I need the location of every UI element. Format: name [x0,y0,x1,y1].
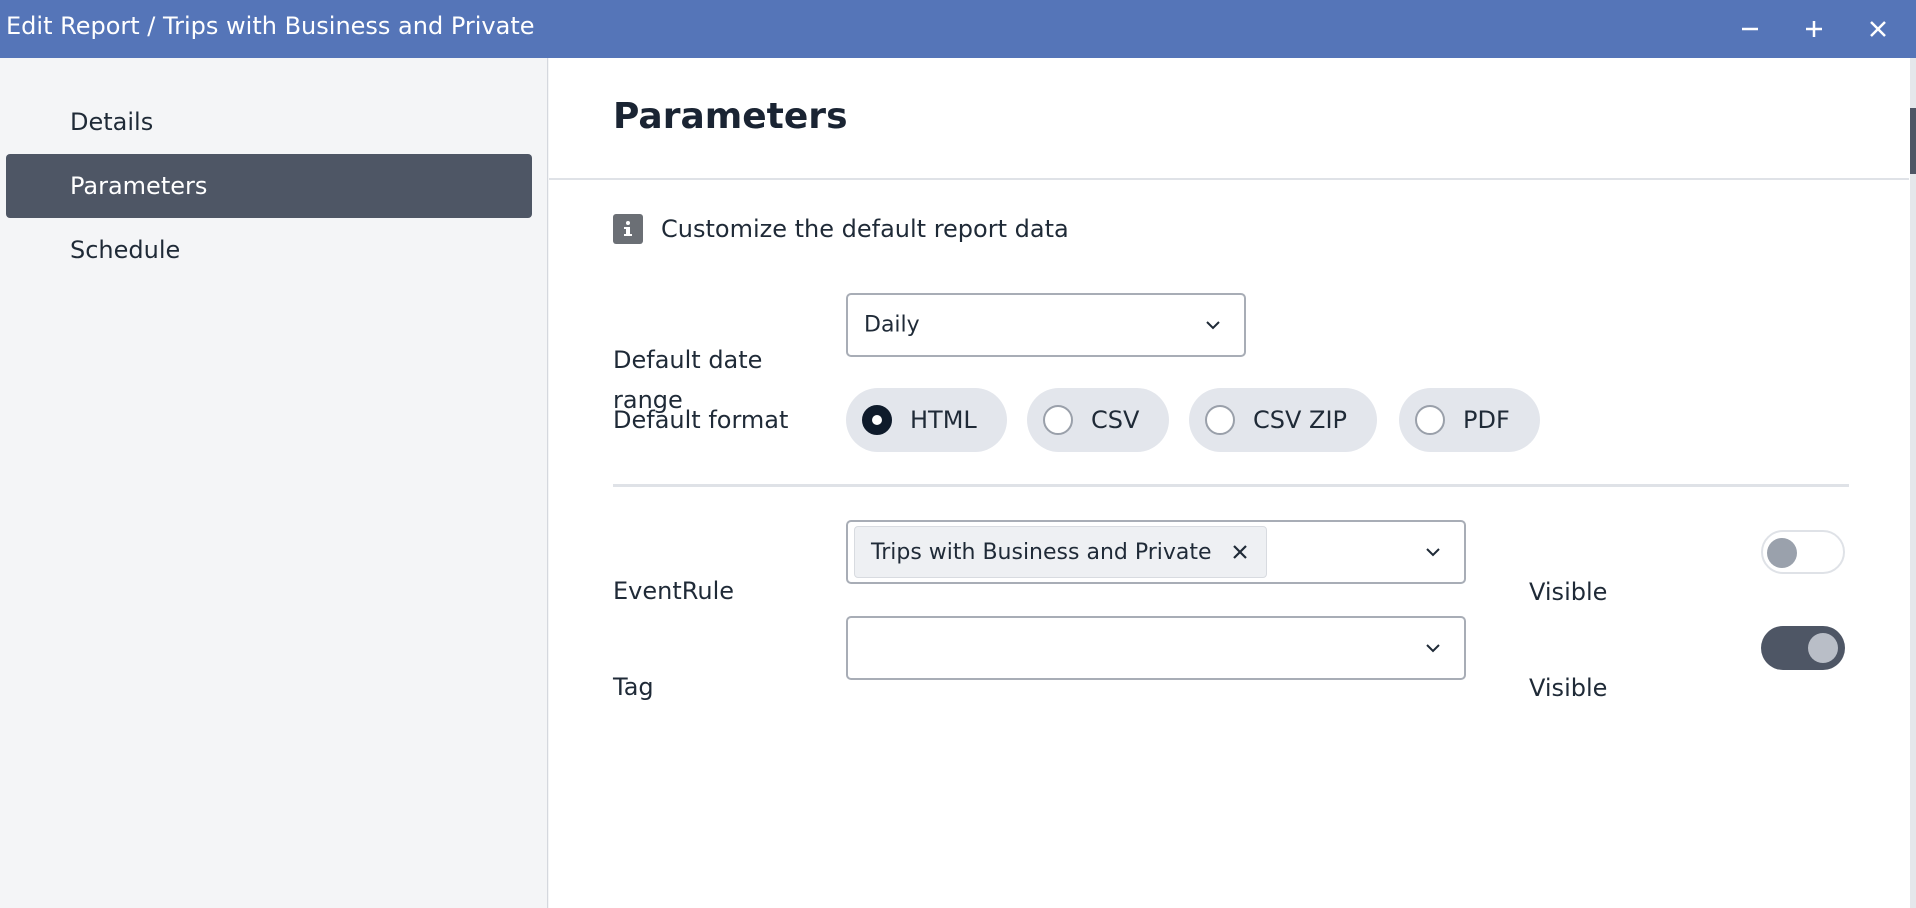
event-rule-chip: Trips with Business and Private [854,526,1267,578]
format-option-html[interactable]: HTML [846,388,1007,452]
tag-select[interactable] [846,616,1466,680]
radio-label: HTML [910,406,977,434]
format-option-pdf[interactable]: PDF [1399,388,1540,452]
tag-visible-toggle[interactable] [1761,626,1845,670]
sidebar-item-label: Schedule [70,236,181,264]
radio-unchecked-icon [1415,405,1445,435]
tag-visible-label: Visible [1529,674,1608,702]
sidebar-item-label: Parameters [70,172,208,200]
divider [549,178,1909,180]
event-rule-visible-toggle[interactable] [1761,530,1845,574]
radio-unchecked-icon [1043,405,1073,435]
main-panel: Parameters Customize the default report … [549,58,1916,908]
toggle-knob [1808,633,1838,663]
toggle-knob [1767,538,1797,568]
plus-icon [1806,21,1822,37]
radio-label: CSV [1091,406,1140,434]
format-label: Default format [613,406,789,434]
event-rule-label: EventRule [613,577,734,605]
date-range-select[interactable]: Daily [846,293,1246,357]
format-option-csv-zip[interactable]: CSV ZIP [1189,388,1378,452]
scrollbar[interactable] [1910,58,1916,908]
maximize-button[interactable] [1792,8,1836,50]
radio-label: PDF [1463,406,1510,434]
window-titlebar: Edit Report / Trips with Business and Pr… [0,0,1916,58]
sidebar-item-parameters[interactable]: Parameters [6,154,532,218]
minus-icon [1742,27,1758,31]
sidebar-item-label: Details [70,108,154,136]
radio-checked-icon [862,405,892,435]
sidebar: Details Parameters Schedule [0,58,548,908]
radio-unchecked-icon [1205,405,1235,435]
chevron-down-icon [1206,321,1220,330]
event-rule-select[interactable]: Trips with Business and Private [846,520,1466,584]
tag-label: Tag [613,673,654,701]
chevron-down-icon [1426,644,1440,653]
info-text: Customize the default report data [661,215,1069,243]
format-option-csv[interactable]: CSV [1027,388,1170,452]
close-icon [1870,21,1886,37]
page-title: Parameters [613,96,848,137]
chevron-down-icon [1426,548,1440,557]
event-rule-visible-label: Visible [1529,578,1608,606]
window-title: Edit Report / Trips with Business and Pr… [6,12,535,40]
chip-label: Trips with Business and Private [871,539,1212,565]
minimize-button[interactable] [1728,8,1772,50]
sidebar-item-details[interactable]: Details [6,90,532,154]
date-range-value: Daily [864,312,920,338]
sidebar-item-schedule[interactable]: Schedule [6,218,532,282]
close-button[interactable] [1856,8,1900,50]
divider [613,484,1849,487]
remove-chip-icon[interactable] [1230,542,1250,562]
radio-label: CSV ZIP [1253,406,1348,434]
info-icon [613,214,643,244]
info-row: Customize the default report data [613,214,1069,244]
scrollbar-thumb[interactable] [1910,108,1916,174]
